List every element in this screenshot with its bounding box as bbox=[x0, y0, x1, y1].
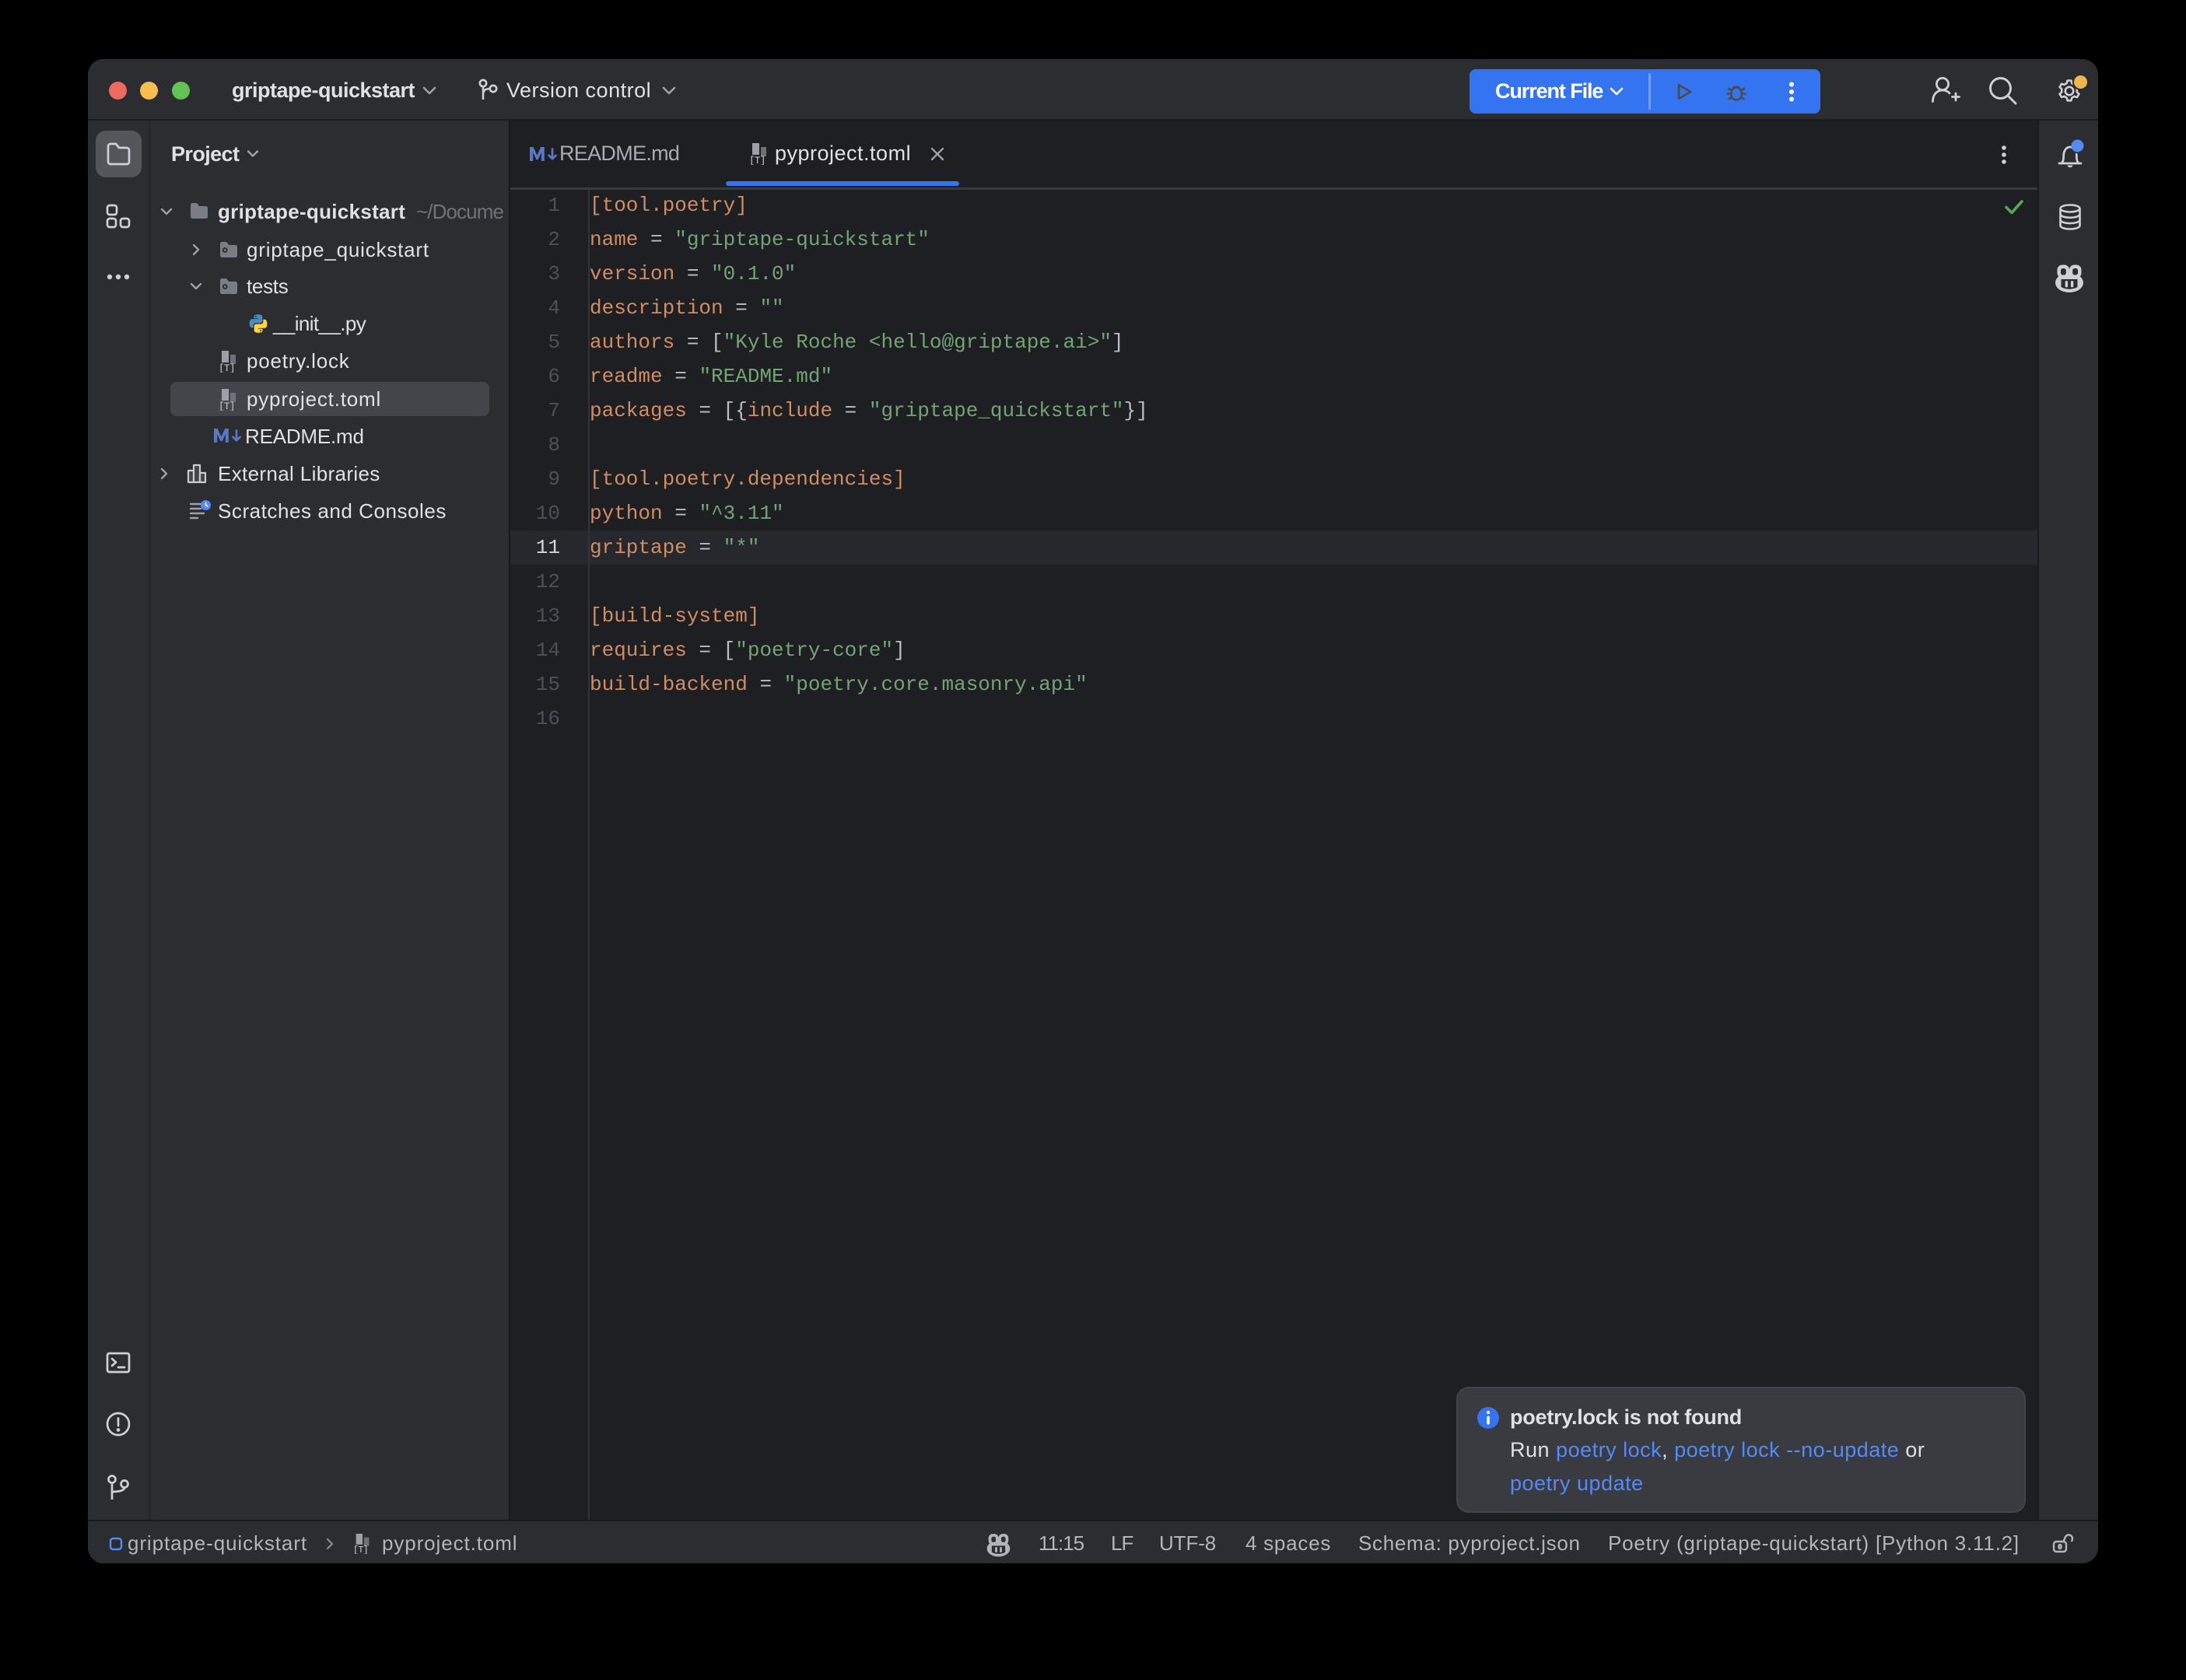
svg-text:[T]: [T] bbox=[219, 362, 234, 373]
svg-text:[T]: [T] bbox=[353, 1545, 368, 1554]
svg-text:[T]: [T] bbox=[749, 155, 765, 165]
svg-text:[T]: [T] bbox=[219, 401, 234, 411]
